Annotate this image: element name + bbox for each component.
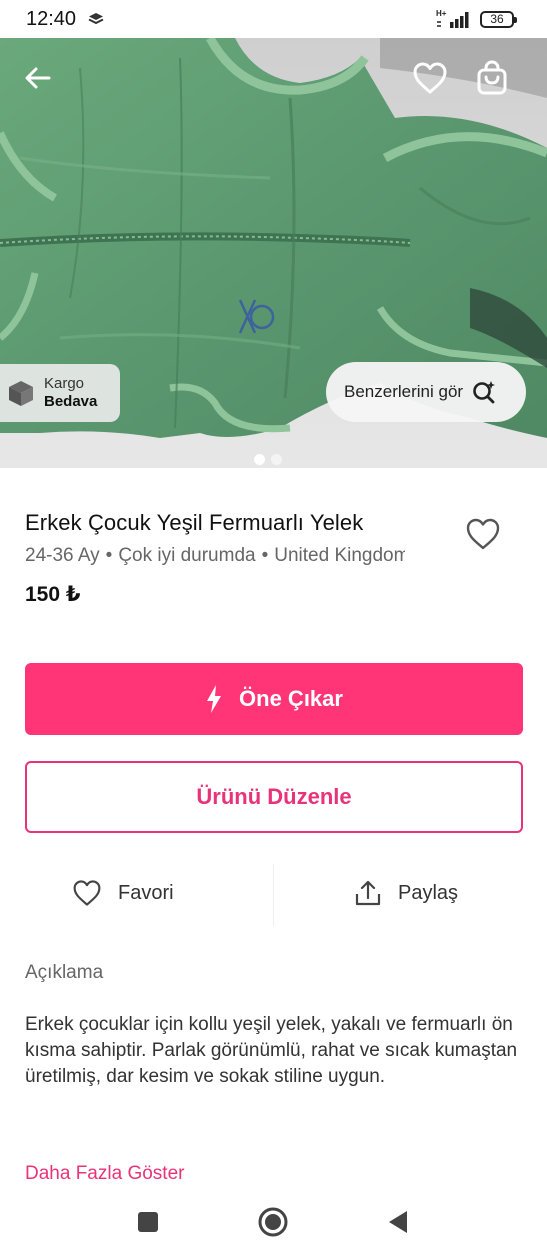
system-back-button[interactable] xyxy=(378,1202,418,1242)
network-type: H+ xyxy=(436,9,447,18)
carousel-dot xyxy=(271,454,282,465)
promote-button[interactable]: Öne Çıkar xyxy=(25,663,523,735)
action-divider xyxy=(273,864,274,926)
kargo-label: Kargo xyxy=(44,375,85,392)
share-upload-icon xyxy=(354,879,382,907)
meta-separator: • xyxy=(105,545,113,566)
action-row: Favori Paylaş xyxy=(0,860,547,926)
layers-icon xyxy=(88,12,104,31)
heart-icon xyxy=(413,62,447,94)
product-meta: 24-36 Ay • Çok iyi durumda • United Kingdom xyxy=(25,545,405,577)
product-condition: Çok iyi durumda xyxy=(118,545,256,566)
free-shipping-badge: Kargo Bedava xyxy=(0,364,120,422)
carousel-indicator xyxy=(254,454,282,465)
shopping-bag-button[interactable] xyxy=(470,56,514,100)
box-icon xyxy=(9,381,33,406)
back-button[interactable] xyxy=(16,56,60,100)
share-button[interactable]: Paylaş xyxy=(354,860,458,926)
signal-icon: H+ xyxy=(436,8,474,35)
product-price: 150 ₺ xyxy=(25,583,81,606)
status-bar: 12:40 H+ 36 xyxy=(0,0,547,38)
promote-label: Öne Çıkar xyxy=(239,686,343,711)
favorite-action-button[interactable]: Favori xyxy=(72,860,174,926)
favorite-top-button[interactable] xyxy=(408,56,452,100)
favorite-action-label: Favori xyxy=(118,881,174,904)
home-button[interactable] xyxy=(253,1202,293,1242)
heart-icon xyxy=(72,879,102,907)
battery-indicator: 36 xyxy=(480,11,517,28)
share-label: Paylaş xyxy=(398,881,459,904)
description-text: Erkek çocuklar için kollu yeşil yelek, y… xyxy=(25,1014,518,1087)
home-circle-icon xyxy=(258,1207,288,1237)
show-more-link[interactable]: Daha Fazla Göster xyxy=(25,1163,184,1185)
triangle-back-icon xyxy=(389,1211,407,1233)
status-time: 12:40 xyxy=(26,8,77,30)
favorite-button[interactable] xyxy=(462,513,504,555)
lightning-bolt-icon xyxy=(207,685,222,713)
product-title: Erkek Çocuk Yeşil Fermuarlı Yelek xyxy=(25,510,364,535)
recent-apps-button[interactable] xyxy=(128,1202,168,1242)
shopping-bag-icon xyxy=(477,60,507,95)
visual-search-icon xyxy=(473,381,496,404)
arrow-left-icon xyxy=(25,67,51,89)
similar-items-label: Benzerlerini gör xyxy=(344,382,464,401)
product-location: United Kingdom xyxy=(274,545,405,566)
bedava-label: Bedava xyxy=(44,393,98,410)
description-heading: Açıklama xyxy=(25,962,104,983)
heart-outline-icon xyxy=(466,518,500,550)
carousel-dot xyxy=(254,454,265,465)
product-size: 24-36 Ay xyxy=(25,545,100,566)
product-image-carousel[interactable]: Kargo Bedava Benzerlerini gör xyxy=(0,38,547,468)
edit-product-button[interactable]: Ürünü Düzenle xyxy=(25,761,523,833)
edit-product-label: Ürünü Düzenle xyxy=(196,784,352,809)
square-icon xyxy=(138,1212,158,1232)
similar-items-button[interactable]: Benzerlerini gör xyxy=(326,362,526,422)
system-navigation-bar xyxy=(0,1190,547,1254)
meta-separator: • xyxy=(261,545,269,566)
